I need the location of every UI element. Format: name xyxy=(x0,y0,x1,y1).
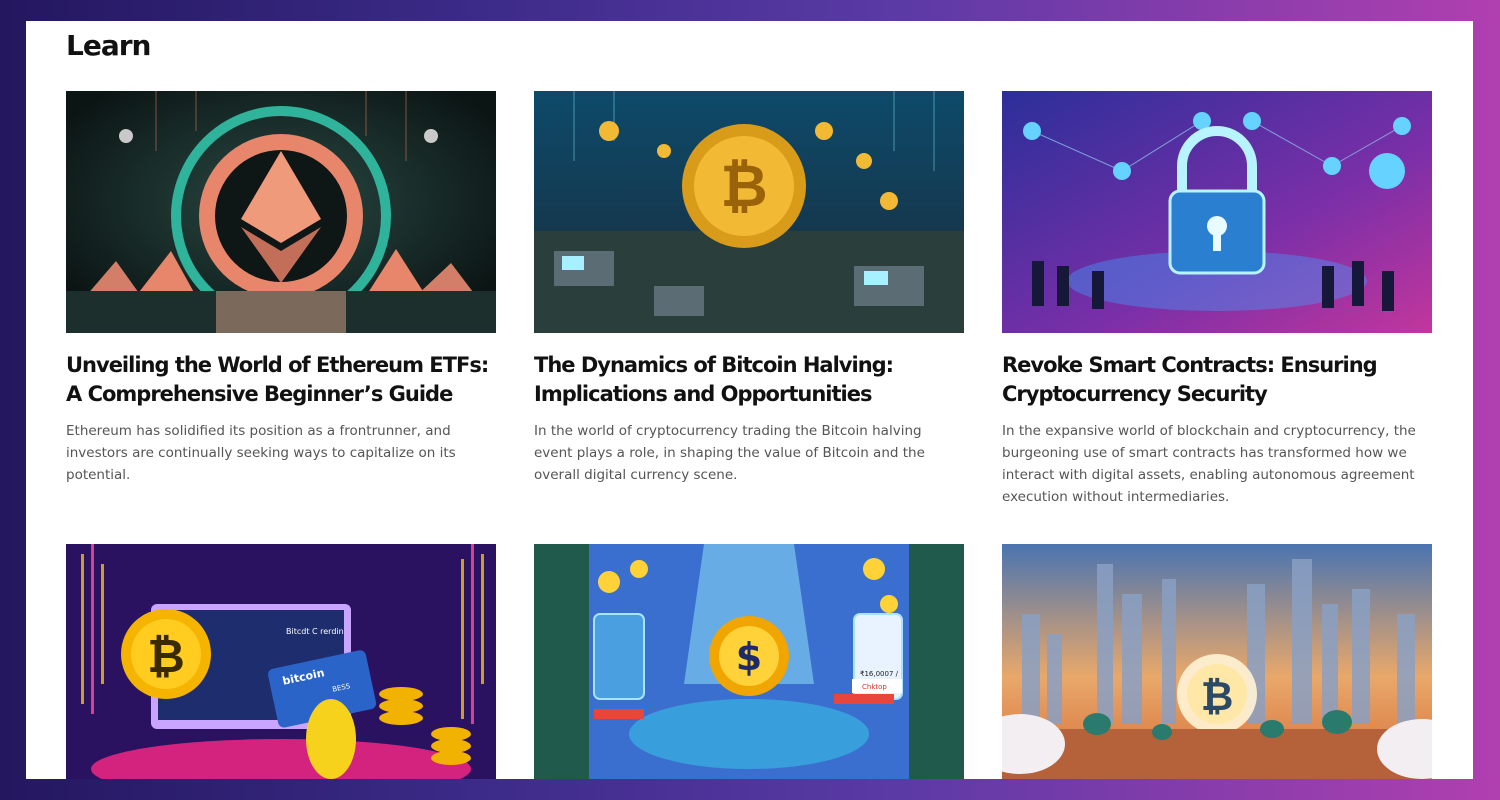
article-title[interactable]: Revoke Smart Contracts: Ensuring Cryptoc… xyxy=(1002,351,1432,409)
article-thumbnail[interactable] xyxy=(66,91,496,333)
svg-text:₿: ₿ xyxy=(720,152,767,220)
learn-section: Learn Unveiling the World of Ethereum ET… xyxy=(26,21,1473,779)
crypto-payments-illustration: $ ₹16,0007 / Chktop xyxy=(534,544,964,779)
bitcoin-credit-card-illustration: Bitcdt C rerdin ₿ bitcoin BESS xyxy=(66,544,496,779)
article-title[interactable]: Unveiling the World of Ethereum ETFs: A … xyxy=(66,351,496,409)
bitcoin-city-skyline-illustration: ₿ xyxy=(1002,544,1432,779)
article-title[interactable]: The Dynamics of Bitcoin Halving: Implica… xyxy=(534,351,964,409)
article-card[interactable]: Revoke Smart Contracts: Ensuring Cryptoc… xyxy=(1002,91,1432,508)
article-thumbnail[interactable]: ₿ xyxy=(534,91,964,333)
article-description: In the world of cryptocurrency trading t… xyxy=(534,423,925,483)
ethereum-illustration xyxy=(66,91,496,333)
article-card[interactable]: ₿ The Dynamics of Bitcoin Halving: Impli… xyxy=(534,91,964,486)
phone-button-text: Chktop xyxy=(862,683,887,691)
article-thumbnail[interactable]: $ ₹16,0007 / Chktop xyxy=(534,544,964,779)
svg-text:₿: ₿ xyxy=(147,629,185,683)
article-card[interactable]: $ ₹16,0007 / Chktop xyxy=(534,544,964,779)
svg-text:₿: ₿ xyxy=(1201,674,1234,720)
article-thumbnail[interactable] xyxy=(1002,91,1432,333)
bitcoin-halving-illustration: ₿ xyxy=(534,91,964,333)
article-card[interactable]: Bitcdt C rerdin ₿ bitcoin BESS xyxy=(66,544,496,779)
article-description: In the expansive world of blockchain and… xyxy=(1002,423,1416,505)
section-title: Learn xyxy=(66,29,151,62)
article-thumbnail[interactable]: Bitcdt C rerdin ₿ bitcoin BESS xyxy=(66,544,496,779)
article-thumbnail[interactable]: ₿ xyxy=(1002,544,1432,779)
article-card[interactable]: Unveiling the World of Ethereum ETFs: A … xyxy=(66,91,496,486)
smart-contract-lock-illustration xyxy=(1002,91,1432,333)
phone-amount-text: ₹16,0007 / xyxy=(860,670,899,678)
svg-text:$: $ xyxy=(736,635,762,679)
article-description: Ethereum has solidified its position as … xyxy=(66,423,456,483)
screen-text: Bitcdt C rerdin xyxy=(286,627,344,636)
article-card[interactable]: ₿ xyxy=(1002,544,1432,779)
